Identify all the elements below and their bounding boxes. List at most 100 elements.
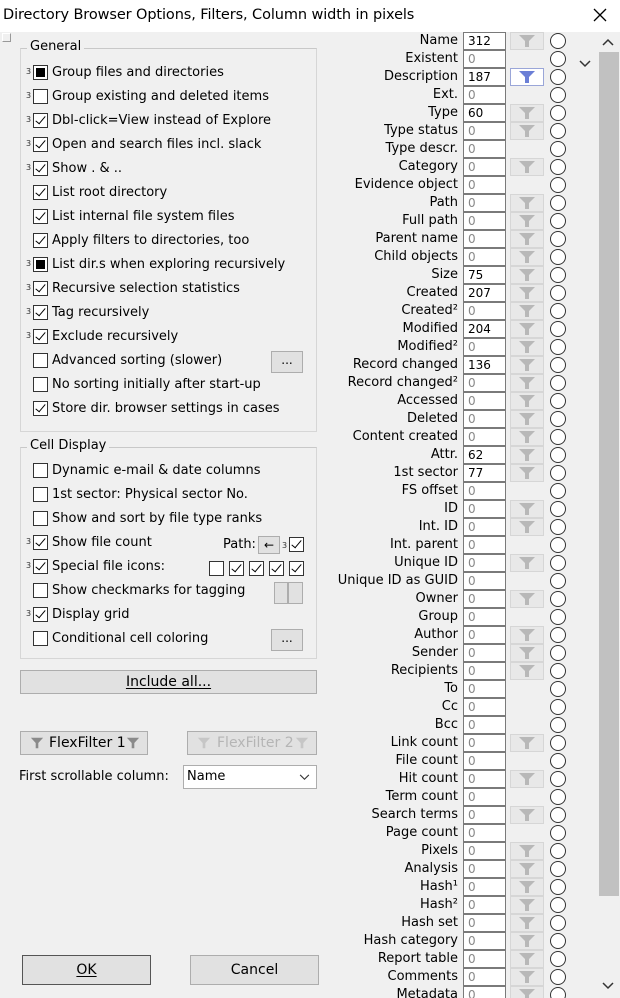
column-filter-icon[interactable] [510,104,544,122]
cell-display-option[interactable]: 1st sector: Physical sector No. [0,484,310,508]
column-width-input[interactable]: 0 [463,230,506,248]
column-radio[interactable] [550,753,566,769]
general-option[interactable]: List root directory [0,182,310,206]
column-width-input[interactable]: 0 [463,716,506,734]
general-option[interactable]: 3 Group existing and deleted items [0,86,310,110]
column-radio[interactable] [550,861,566,877]
general-option[interactable]: 3 Show . & .. [0,158,310,182]
column-width-input[interactable]: 0 [463,248,506,266]
tagging-toggle-left[interactable] [274,582,288,604]
column-radio[interactable] [550,411,566,427]
column-width-input[interactable]: 0 [463,194,506,212]
column-radio[interactable] [550,447,566,463]
general-option[interactable]: Advanced sorting (slower)... [0,350,310,374]
column-radio[interactable] [550,879,566,895]
close-icon[interactable] [588,3,612,27]
cell-display-checkbox[interactable] [33,583,48,598]
column-filter-icon[interactable] [510,410,544,428]
cell-display-checkbox[interactable] [33,511,48,526]
column-radio[interactable] [550,105,566,121]
column-width-input[interactable]: 0 [463,572,506,590]
column-width-input[interactable]: 0 [463,662,506,680]
column-width-input[interactable]: 204 [463,320,506,338]
column-radio[interactable] [550,825,566,841]
column-filter-icon[interactable] [510,626,544,644]
cell-display-more-button[interactable]: ... [271,629,303,651]
general-checkbox[interactable] [33,185,48,200]
column-filter-icon[interactable] [510,428,544,446]
scroll-up-icon[interactable] [602,38,614,46]
column-width-input[interactable]: 0 [463,590,506,608]
column-radio[interactable] [550,501,566,517]
column-radio[interactable] [550,303,566,319]
column-radio[interactable] [550,969,566,985]
scrollbar-thumb[interactable] [599,52,619,896]
column-width-input[interactable]: 0 [463,428,506,446]
column-radio[interactable] [550,573,566,589]
general-option[interactable]: 3 Tag recursively [0,302,310,326]
column-width-input[interactable]: 0 [463,176,506,194]
column-filter-icon[interactable] [510,842,544,860]
column-radio[interactable] [550,159,566,175]
special-icon-checkbox[interactable] [269,561,284,576]
column-width-input[interactable]: 0 [463,752,506,770]
column-width-input[interactable]: 0 [463,374,506,392]
column-width-input[interactable]: 0 [463,554,506,572]
column-radio[interactable] [550,465,566,481]
general-checkbox[interactable] [33,353,48,368]
column-filter-icon[interactable] [510,68,544,86]
column-width-input[interactable]: 75 [463,266,506,284]
cell-display-checkbox[interactable] [33,487,48,502]
column-radio[interactable] [550,699,566,715]
scroll-down-icon[interactable] [602,982,614,990]
column-width-input[interactable]: 207 [463,284,506,302]
column-width-input[interactable]: 0 [463,518,506,536]
column-width-input[interactable]: 136 [463,356,506,374]
general-more-button[interactable]: ... [271,351,303,373]
column-filter-icon[interactable] [510,590,544,608]
column-radio[interactable] [550,267,566,283]
column-radio[interactable] [550,33,566,49]
column-radio[interactable] [550,735,566,751]
column-radio[interactable] [550,375,566,391]
column-filter-icon[interactable] [510,806,544,824]
column-width-input[interactable]: 0 [463,932,506,950]
column-radio[interactable] [550,609,566,625]
column-filter-icon[interactable] [510,518,544,536]
path-arrow-button[interactable]: ← [258,536,280,554]
column-width-input[interactable]: 0 [463,896,506,914]
column-width-input[interactable]: 0 [463,806,506,824]
general-checkbox[interactable] [33,137,48,152]
column-width-input[interactable]: 0 [463,698,506,716]
column-radio[interactable] [550,789,566,805]
column-width-input[interactable]: 0 [463,608,506,626]
column-width-input[interactable]: 0 [463,842,506,860]
column-radio[interactable] [550,123,566,139]
column-width-input[interactable]: 0 [463,770,506,788]
column-width-input[interactable]: 0 [463,536,506,554]
special-icon-checkbox[interactable] [229,561,244,576]
column-radio[interactable] [550,951,566,967]
column-width-input[interactable]: 60 [463,104,506,122]
column-width-input[interactable]: 187 [463,68,506,86]
column-width-input[interactable]: 0 [463,950,506,968]
cell-display-option[interactable]: Show checkmarks for tagging [0,580,310,604]
column-width-input[interactable]: 0 [463,482,506,500]
column-width-input[interactable]: 0 [463,914,506,932]
column-width-input[interactable]: 0 [463,824,506,842]
column-radio[interactable] [550,195,566,211]
column-filter-icon[interactable] [510,320,544,338]
column-width-input[interactable]: 62 [463,446,506,464]
general-option[interactable]: 3 Recursive selection statistics [0,278,310,302]
general-option[interactable]: 3 Dbl-click=View instead of Explore [0,110,310,134]
column-filter-icon[interactable] [510,122,544,140]
column-filter-icon[interactable] [510,878,544,896]
column-filter-icon[interactable] [510,464,544,482]
column-filter-icon[interactable] [510,554,544,572]
column-width-input[interactable]: 0 [463,968,506,986]
column-width-input[interactable]: 77 [463,464,506,482]
cell-display-option[interactable]: Dynamic e-mail & date columns [0,460,310,484]
column-radio[interactable] [550,87,566,103]
general-checkbox[interactable] [33,257,48,272]
column-filter-icon[interactable] [510,32,544,50]
